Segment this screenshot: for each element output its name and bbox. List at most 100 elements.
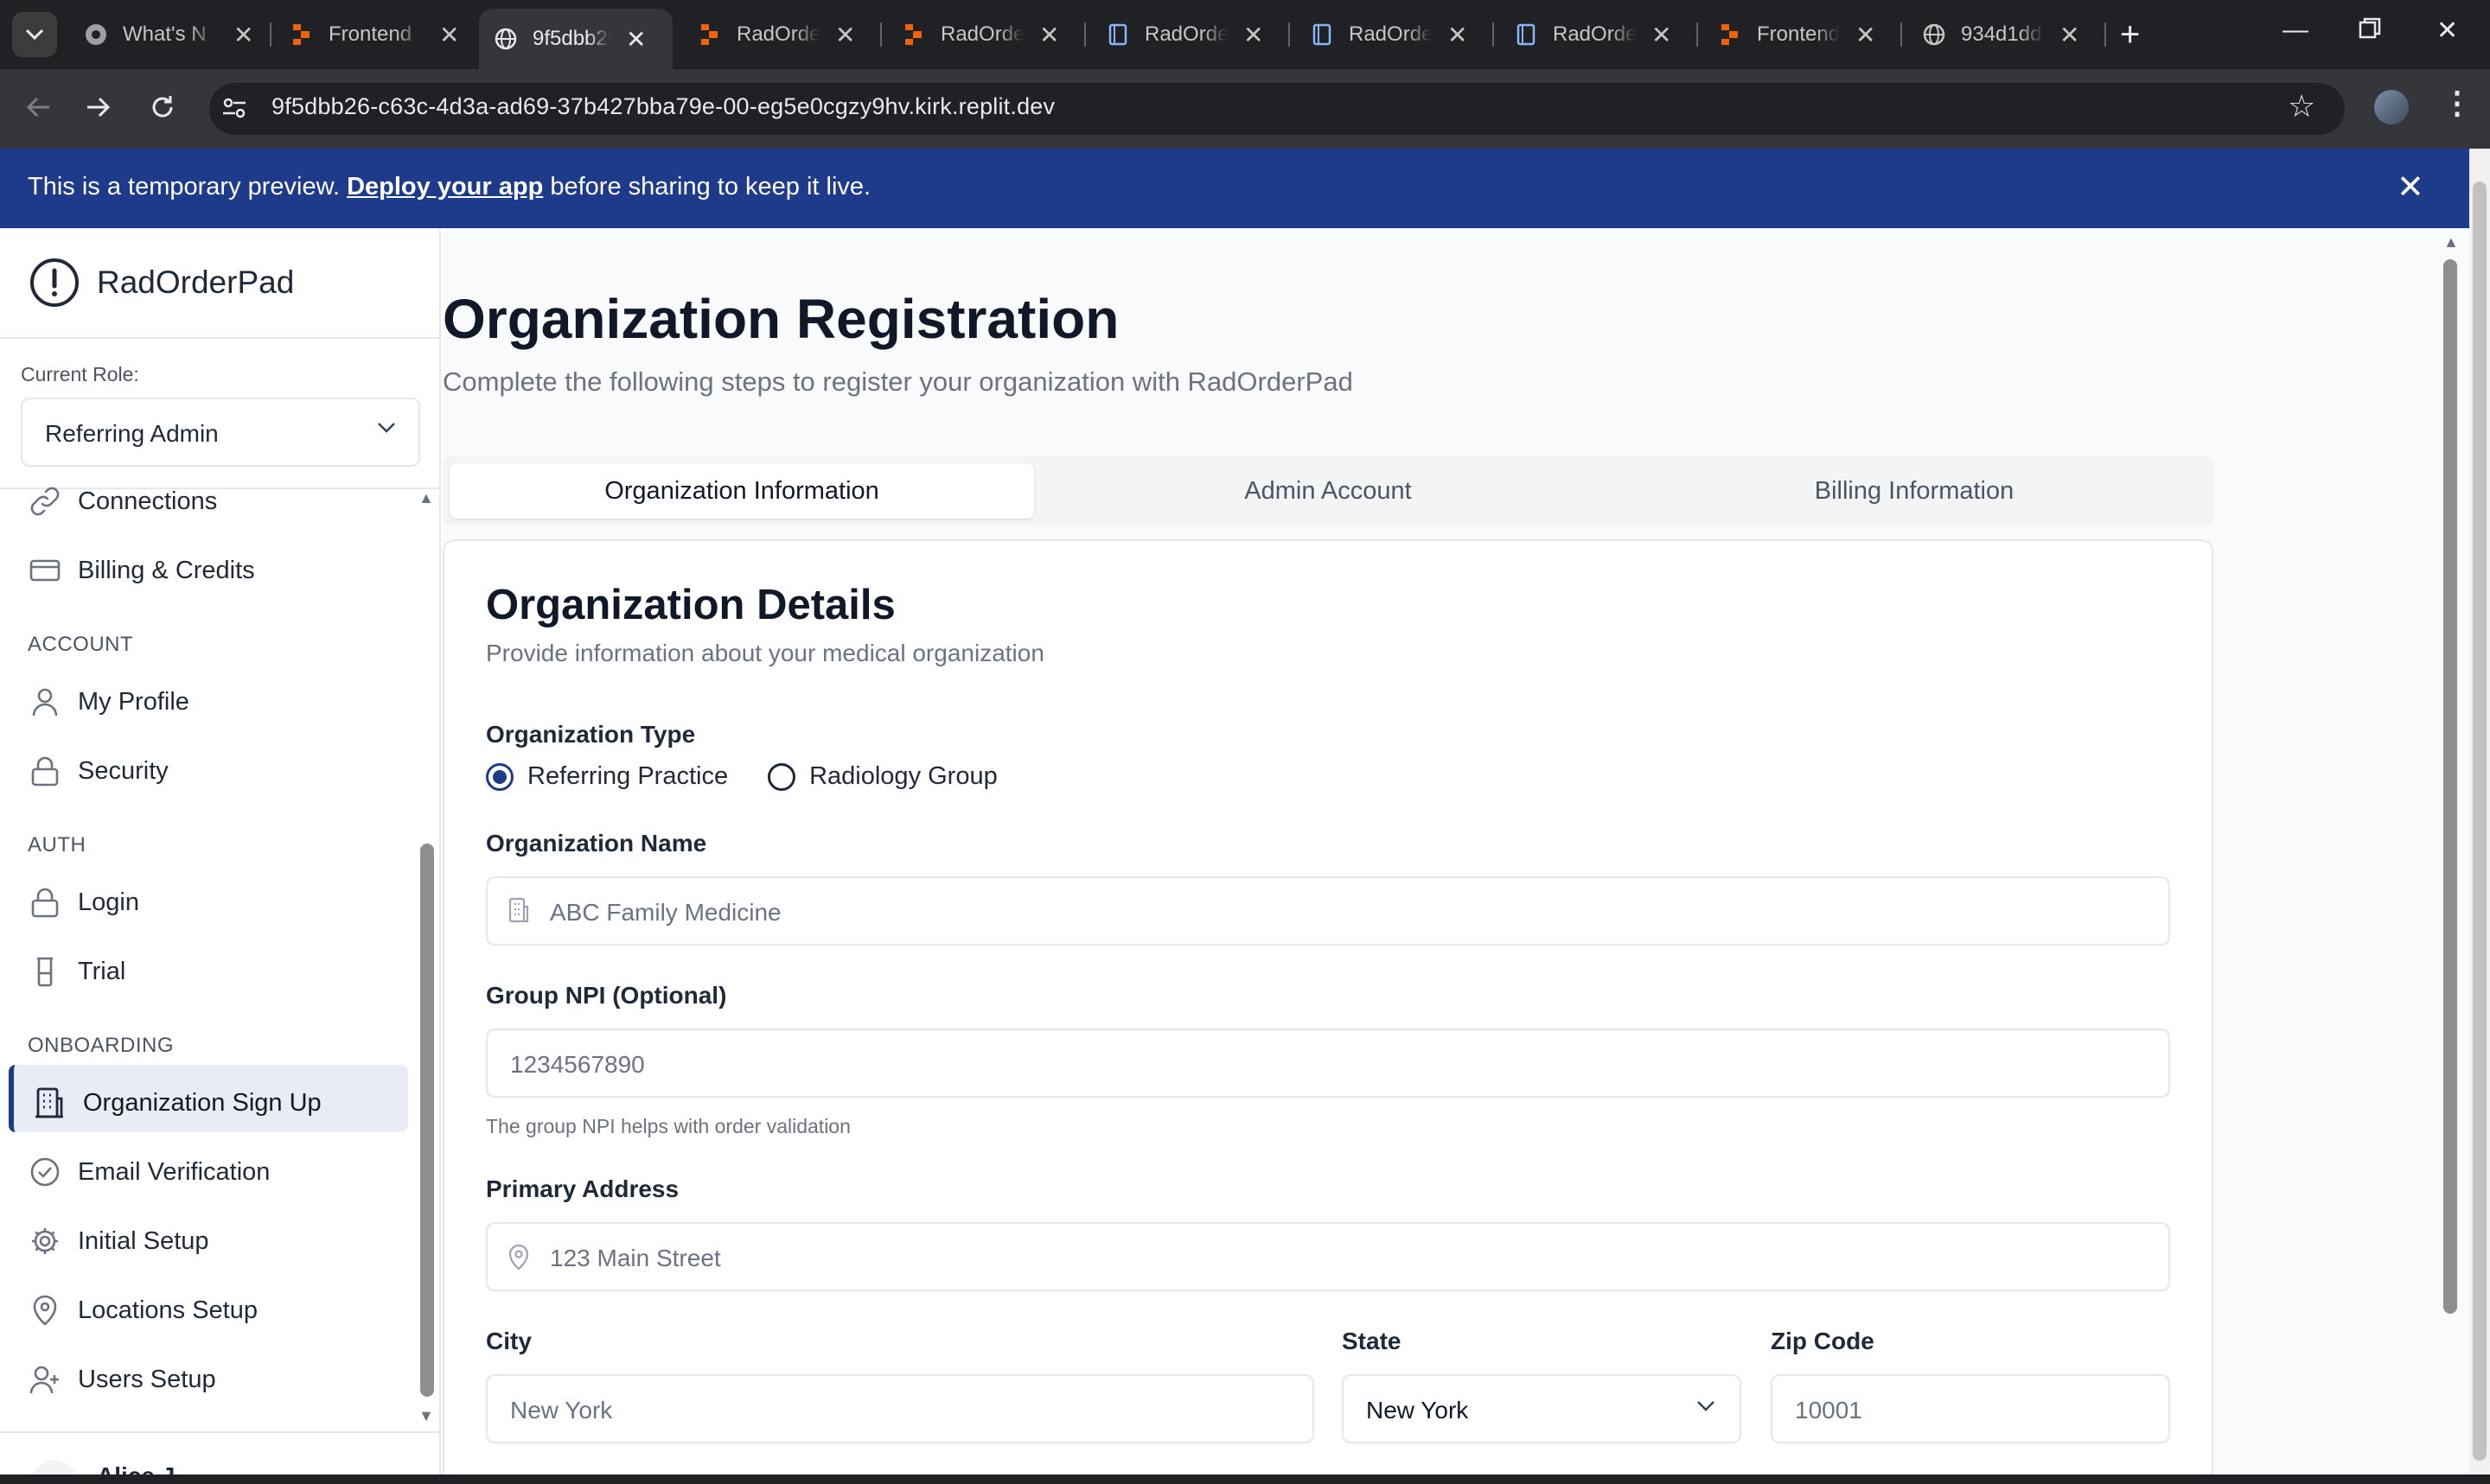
address-input[interactable]: 123 Main Street bbox=[486, 1222, 2170, 1291]
close-icon[interactable]: ✕ bbox=[835, 21, 855, 49]
page-scrollbar[interactable] bbox=[2469, 149, 2490, 1476]
site-info-icon[interactable] bbox=[221, 97, 247, 124]
tab-billing-information[interactable]: Billing Information bbox=[1622, 463, 2206, 519]
sidebar-item-label: Connections bbox=[78, 487, 218, 515]
zip-input[interactable]: 10001 bbox=[1771, 1374, 2170, 1443]
map-pin-icon bbox=[507, 1243, 531, 1275]
browser-tab[interactable]: RadOrde ✕ bbox=[1499, 10, 1687, 59]
browser-tab[interactable]: RadOrde ✕ bbox=[683, 10, 871, 59]
forward-button[interactable] bbox=[78, 86, 119, 128]
radio-radiology-group[interactable]: Radiology Group bbox=[768, 762, 998, 791]
building-icon bbox=[35, 1087, 63, 1118]
role-value: Referring Admin bbox=[45, 420, 219, 447]
reload-button[interactable] bbox=[142, 86, 183, 128]
close-icon[interactable]: ✕ bbox=[626, 25, 646, 54]
scrollbar-thumb[interactable] bbox=[420, 844, 434, 1397]
close-icon[interactable]: ✕ bbox=[439, 21, 459, 49]
browser-menu-icon[interactable]: ⋮ bbox=[2442, 85, 2473, 121]
city-placeholder: New York bbox=[510, 1397, 613, 1423]
close-icon[interactable]: ✕ bbox=[1039, 21, 1059, 49]
tab-organization-information[interactable]: Organization Information bbox=[450, 463, 1034, 519]
sidebar-item-login[interactable]: Login bbox=[29, 878, 139, 927]
sidebar-item-label: Initial Setup bbox=[78, 1226, 209, 1255]
close-icon[interactable]: ✕ bbox=[233, 21, 253, 49]
tab-search-button[interactable] bbox=[12, 12, 57, 57]
sidebar-item-initial-setup[interactable]: Initial Setup bbox=[29, 1217, 209, 1265]
globe-icon bbox=[495, 28, 517, 50]
gear-icon bbox=[32, 1228, 58, 1254]
npi-input[interactable]: 1234567890 bbox=[486, 1029, 2170, 1098]
close-icon[interactable]: ✕ bbox=[2059, 21, 2079, 49]
restore-button[interactable] bbox=[2359, 17, 2381, 47]
sidebar-item-organization-sign-up[interactable]: Organization Sign Up bbox=[33, 1079, 322, 1127]
minimize-button[interactable]: — bbox=[2282, 16, 2308, 45]
sidebar-scrollbar[interactable]: ▲ ▼ bbox=[418, 489, 436, 1431]
banner-prefix: This is a temporary preview. bbox=[28, 173, 341, 201]
doc-icon bbox=[1107, 23, 1129, 46]
doc-icon bbox=[1311, 23, 1333, 46]
arrow-left-icon bbox=[26, 97, 49, 118]
map-pin-icon bbox=[33, 1295, 57, 1326]
browser-tab-active[interactable]: 9f5dbb26 ✕ bbox=[479, 9, 673, 69]
close-icon[interactable]: ✕ bbox=[1243, 21, 1263, 49]
scroll-up-icon[interactable]: ▲ bbox=[2443, 233, 2459, 252]
back-button[interactable] bbox=[17, 86, 59, 128]
close-icon[interactable]: ✕ bbox=[1855, 21, 1875, 49]
state-select[interactable]: New York bbox=[1342, 1374, 1741, 1443]
sidebar-item-security[interactable]: Security bbox=[29, 747, 169, 795]
section-onboarding: ONBOARDING bbox=[28, 1034, 175, 1057]
radio-button-checked[interactable] bbox=[486, 762, 514, 791]
sidebar-item-connections[interactable]: Connections bbox=[29, 477, 217, 525]
browser-tab[interactable]: Frontend ✕ bbox=[275, 10, 475, 59]
main-scrollbar[interactable]: ▲ bbox=[2440, 233, 2461, 1469]
close-icon[interactable]: ✕ bbox=[2397, 168, 2424, 207]
radio-button[interactable] bbox=[768, 762, 796, 791]
sidebar-item-label: Locations Setup bbox=[78, 1296, 258, 1324]
scrollbar-thumb[interactable] bbox=[2473, 182, 2487, 1461]
bookmark-star-icon[interactable]: ☆ bbox=[2288, 88, 2315, 124]
app-brand[interactable]: RadOrderPad bbox=[29, 258, 294, 308]
replit-icon bbox=[290, 23, 313, 46]
sidebar-item-locations-setup[interactable]: Locations Setup bbox=[29, 1286, 258, 1334]
preview-banner: This is a temporary preview. Deploy your… bbox=[0, 149, 2469, 228]
sidebar-item-label: My Profile bbox=[78, 687, 189, 716]
browser-tab[interactable]: 934d1dd ✕ bbox=[1907, 10, 2095, 59]
org-name-input[interactable]: ABC Family Medicine bbox=[486, 876, 2170, 946]
sidebar-item-my-profile[interactable]: My Profile bbox=[29, 678, 189, 726]
city-input[interactable]: New York bbox=[486, 1374, 1314, 1443]
new-tab-button[interactable]: + bbox=[2120, 16, 2140, 54]
tab-admin-account[interactable]: Admin Account bbox=[1036, 463, 1620, 519]
url-text[interactable]: 9f5dbb26-c63c-4d3a-ad69-37b427bba79e-00-… bbox=[271, 93, 1055, 120]
browser-tab[interactable]: Frontend ✕ bbox=[1703, 10, 1891, 59]
sidebar-item-billing[interactable]: Billing & Credits bbox=[29, 546, 255, 595]
address-placeholder: 123 Main Street bbox=[550, 1245, 721, 1271]
scrollbar-thumb[interactable] bbox=[2443, 259, 2457, 1314]
tab-separator bbox=[1492, 22, 1494, 47]
sidebar-item-label: Trial bbox=[78, 957, 126, 985]
sidebar-item-email-verification[interactable]: Email Verification bbox=[29, 1148, 270, 1196]
sidebar-item-users-setup[interactable]: Users Setup bbox=[29, 1355, 216, 1404]
organization-details-card bbox=[443, 539, 2213, 1484]
browser-tab[interactable]: RadOrde ✕ bbox=[1091, 10, 1279, 59]
org-name-placeholder: ABC Family Medicine bbox=[550, 899, 782, 926]
profile-avatar[interactable] bbox=[2374, 90, 2409, 124]
taskbar-edge bbox=[0, 1474, 2490, 1484]
sidebar-item-trial[interactable]: Trial bbox=[29, 947, 125, 996]
zip-label: Zip Code bbox=[1771, 1328, 1874, 1354]
radio-referring-practice[interactable]: Referring Practice bbox=[486, 762, 728, 791]
org-type-radio-group: Referring Practice Radiology Group bbox=[486, 762, 1038, 791]
scroll-up-icon[interactable]: ▲ bbox=[418, 489, 434, 507]
tab-title: 9f5dbb26 bbox=[533, 27, 610, 50]
tab-title: What's N bbox=[123, 22, 207, 46]
close-icon[interactable]: ✕ bbox=[1447, 21, 1467, 49]
sidebar-item-label: Billing & Credits bbox=[78, 556, 255, 584]
close-icon[interactable]: ✕ bbox=[1651, 21, 1671, 49]
window-close-button[interactable]: ✕ bbox=[2436, 16, 2458, 46]
browser-tab[interactable]: What's N ✕ bbox=[69, 10, 269, 59]
browser-tab[interactable]: RadOrde ✕ bbox=[887, 10, 1075, 59]
arrow-right-icon bbox=[87, 97, 111, 118]
scroll-down-icon[interactable]: ▼ bbox=[418, 1407, 434, 1425]
browser-tab[interactable]: RadOrde ✕ bbox=[1295, 10, 1483, 59]
deploy-app-link[interactable]: Deploy your app bbox=[347, 173, 543, 201]
role-select[interactable]: Referring Admin bbox=[21, 398, 420, 467]
